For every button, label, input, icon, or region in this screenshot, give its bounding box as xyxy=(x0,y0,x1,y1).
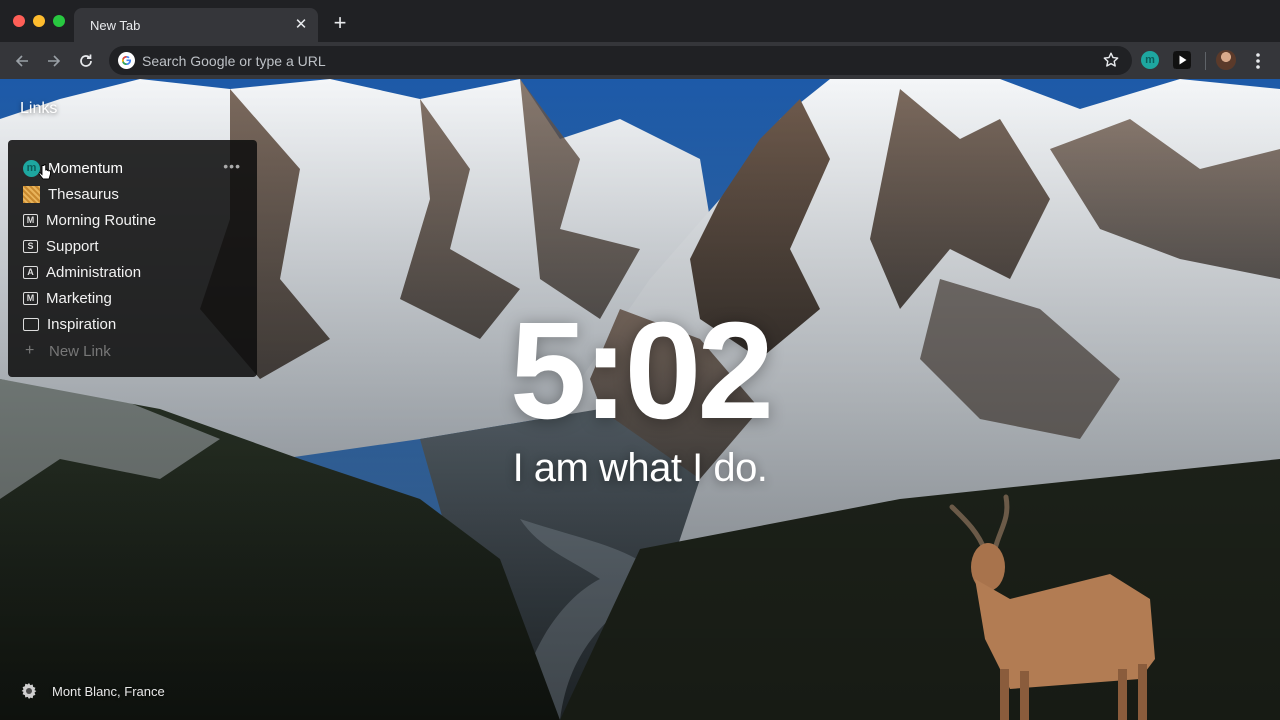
star-icon[interactable] xyxy=(1102,51,1120,69)
link-label: Morning Routine xyxy=(46,211,157,229)
link-label: Administration xyxy=(46,263,142,281)
letter-m-icon: M xyxy=(23,213,38,227)
browser-toolbar: m xyxy=(0,42,1280,79)
search-input[interactable] xyxy=(142,46,1072,75)
back-arrow-icon[interactable] xyxy=(10,49,34,73)
link-item-thesaurus[interactable]: Thesaurus xyxy=(8,181,257,207)
tab-close-icon[interactable]: ✕ xyxy=(292,16,310,34)
google-icon xyxy=(118,52,135,69)
momentum-extension-icon[interactable]: m xyxy=(1141,51,1159,69)
link-item-morning-routine[interactable]: M Morning Routine xyxy=(8,207,257,233)
thesaurus-icon xyxy=(23,185,40,203)
link-label: Momentum xyxy=(48,159,124,177)
play-extension-icon[interactable] xyxy=(1173,51,1191,69)
toolbar-divider xyxy=(1205,52,1206,70)
clock-time[interactable]: 5:02 xyxy=(0,301,1280,441)
hand-cursor-icon xyxy=(38,164,51,180)
window-zoom-button[interactable] xyxy=(53,15,65,27)
kebab-menu-icon[interactable] xyxy=(1250,51,1266,71)
link-item-administration[interactable]: A Administration xyxy=(8,259,257,285)
gear-icon[interactable] xyxy=(20,682,38,700)
letter-a-icon: A xyxy=(23,265,38,279)
link-label: Thesaurus xyxy=(48,185,119,203)
link-item-support[interactable]: S Support xyxy=(8,233,257,259)
window-minimize-button[interactable] xyxy=(33,15,45,27)
profile-avatar[interactable] xyxy=(1216,50,1236,70)
photo-location[interactable]: Mont Blanc, France xyxy=(52,684,165,699)
omnibox[interactable] xyxy=(109,46,1132,75)
tab-title: New Tab xyxy=(90,18,141,33)
mantra-text[interactable]: I am what I do. xyxy=(0,446,1280,491)
tab-strip: New Tab ✕ + xyxy=(0,0,1280,42)
forward-arrow-icon[interactable] xyxy=(42,49,66,73)
more-options-icon[interactable]: ••• xyxy=(223,158,241,174)
links-button[interactable]: Links xyxy=(20,100,57,118)
link-label: Support xyxy=(46,237,99,255)
new-tab-button[interactable]: + xyxy=(328,12,352,36)
reload-icon[interactable] xyxy=(74,49,98,73)
new-tab-page: Links m Momentum ••• Thesaurus M Morning… xyxy=(0,79,1280,720)
letter-s-icon: S xyxy=(23,239,38,253)
window-close-button[interactable] xyxy=(13,15,25,27)
active-tab[interactable]: New Tab ✕ xyxy=(74,8,318,42)
